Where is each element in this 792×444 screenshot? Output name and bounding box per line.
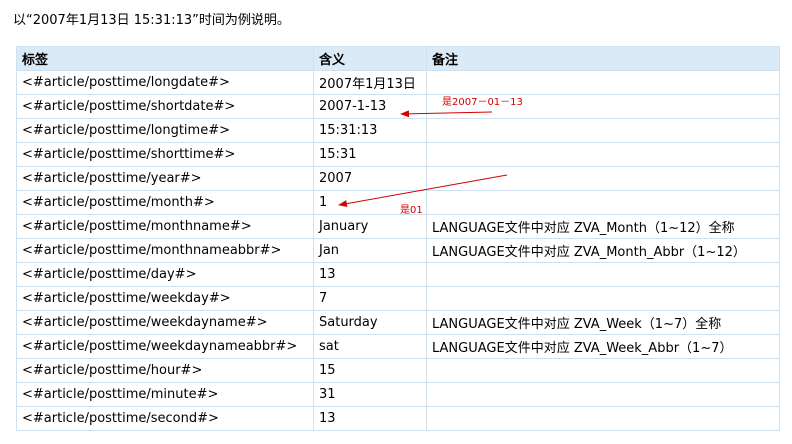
meaning-cell: 7 (313, 286, 427, 311)
meaning-cell: 15:31:13 (313, 118, 427, 143)
tag-cell: <#article/posttime/month#> (16, 190, 314, 215)
table-row: <#article/posttime/hour#> 15 (16, 358, 780, 383)
meaning-cell: January (313, 214, 427, 239)
header-tag: 标签 (16, 46, 314, 71)
tag-cell: <#article/posttime/shortdate#> (16, 94, 314, 119)
note-cell (426, 166, 780, 191)
tag-cell: <#article/posttime/monthname#> (16, 214, 314, 239)
posttime-tag-table: 标签 含义 备注 <#article/posttime/longdate#> 2… (16, 46, 780, 431)
table-row: <#article/posttime/weekday#> 7 (16, 286, 780, 311)
tag-cell: <#article/posttime/year#> (16, 166, 314, 191)
meaning-cell: Saturday (313, 310, 427, 335)
meaning-cell: 2007 (313, 166, 427, 191)
note-cell (426, 406, 780, 431)
tag-cell: <#article/posttime/minute#> (16, 382, 314, 407)
meaning-cell: 2007年1月13日 (313, 70, 427, 95)
tag-cell: <#article/posttime/weekdaynameabbr#> (16, 334, 314, 359)
note-cell: LANGUAGE文件中对应 ZVA_Month（1~12）全称 (426, 214, 780, 239)
header-meaning: 含义 (313, 46, 427, 71)
tag-cell: <#article/posttime/second#> (16, 406, 314, 431)
tag-cell: <#article/posttime/monthnameabbr#> (16, 238, 314, 263)
table-row: <#article/posttime/year#> 2007 (16, 166, 780, 191)
shortdate-annotation: 是2007－01－13 (442, 97, 523, 108)
month-annotation: 是01 (400, 205, 423, 216)
tag-cell: <#article/posttime/weekdayname#> (16, 310, 314, 335)
note-cell (426, 142, 780, 167)
meaning-cell: 15 (313, 358, 427, 383)
table-row: <#article/posttime/minute#> 31 (16, 382, 780, 407)
tag-cell: <#article/posttime/longtime#> (16, 118, 314, 143)
table-row: <#article/posttime/longtime#> 15:31:13 (16, 118, 780, 143)
tag-cell: <#article/posttime/hour#> (16, 358, 314, 383)
table-row: <#article/posttime/shortdate#> 2007-1-13 (16, 94, 780, 119)
tag-cell: <#article/posttime/longdate#> (16, 70, 314, 95)
note-cell (426, 382, 780, 407)
meaning-cell: 13 (313, 406, 427, 431)
table-row: <#article/posttime/monthname#> January L… (16, 214, 780, 239)
table-row: <#article/posttime/monthnameabbr#> Jan L… (16, 238, 780, 263)
table-row: <#article/posttime/shorttime#> 15:31 (16, 142, 780, 167)
tag-cell: <#article/posttime/weekday#> (16, 286, 314, 311)
note-cell (426, 262, 780, 287)
header-note: 备注 (426, 46, 780, 71)
table-row: <#article/posttime/day#> 13 (16, 262, 780, 287)
note-cell (426, 358, 780, 383)
table-row: <#article/posttime/month#> 1 (16, 190, 780, 215)
table-header-row: 标签 含义 备注 (16, 46, 780, 71)
meaning-cell: Jan (313, 238, 427, 263)
meaning-cell: 31 (313, 382, 427, 407)
table-row: <#article/posttime/second#> 13 (16, 406, 780, 431)
table-row: <#article/posttime/longdate#> 2007年1月13日 (16, 70, 780, 95)
tag-cell: <#article/posttime/day#> (16, 262, 314, 287)
note-cell (426, 118, 780, 143)
meaning-cell: sat (313, 334, 427, 359)
note-cell (426, 190, 780, 215)
meaning-cell: 13 (313, 262, 427, 287)
intro-text: 以“2007年1月13日 15:31:13”时间为例说明。 (13, 13, 290, 28)
note-cell: LANGUAGE文件中对应 ZVA_Month_Abbr（1~12） (426, 238, 780, 263)
note-cell (426, 286, 780, 311)
table-row: <#article/posttime/weekdayname#> Saturda… (16, 310, 780, 335)
table-row: <#article/posttime/weekdaynameabbr#> sat… (16, 334, 780, 359)
note-cell: LANGUAGE文件中对应 ZVA_Week（1~7）全称 (426, 310, 780, 335)
note-cell: LANGUAGE文件中对应 ZVA_Week_Abbr（1~7） (426, 334, 780, 359)
meaning-cell: 2007-1-13 (313, 94, 427, 119)
tag-cell: <#article/posttime/shorttime#> (16, 142, 314, 167)
note-cell (426, 70, 780, 95)
meaning-cell: 15:31 (313, 142, 427, 167)
